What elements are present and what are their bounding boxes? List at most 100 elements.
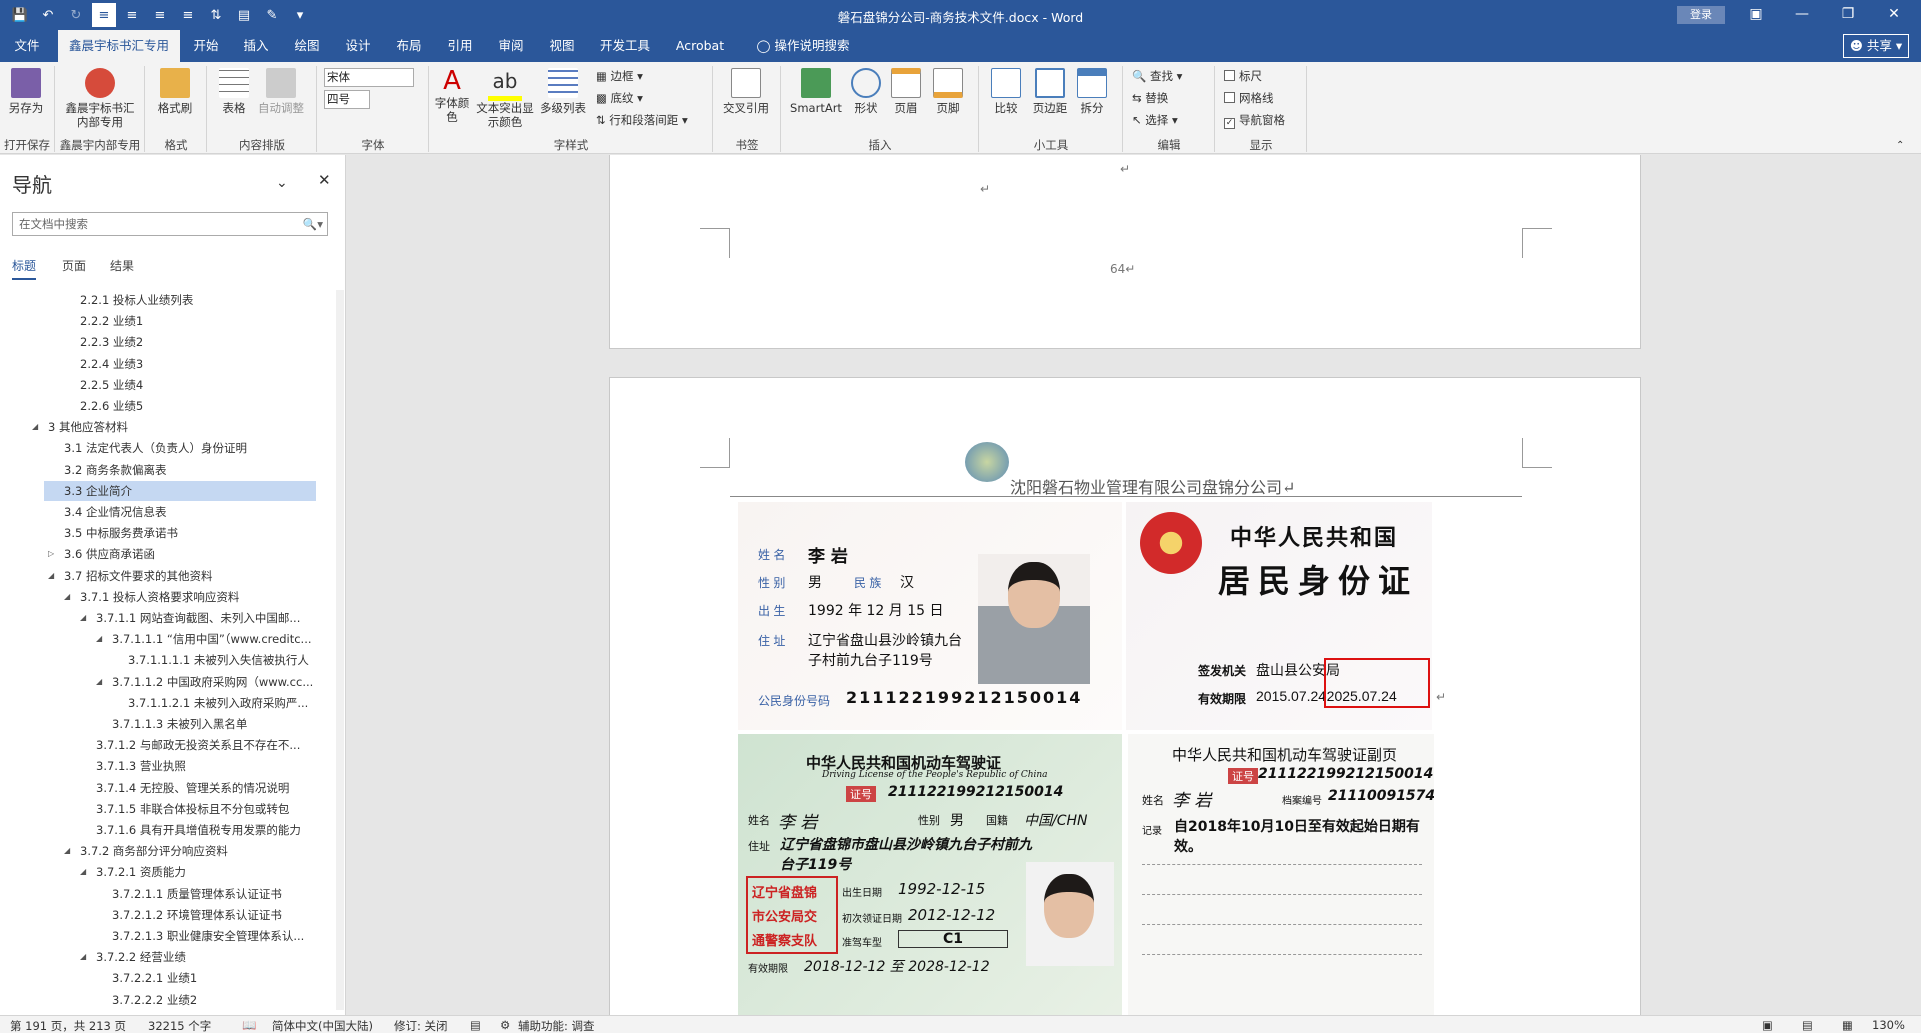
zoom-level[interactable]: 130% [1872, 1018, 1905, 1032]
font-color-button[interactable]: A 字体颜色 [432, 66, 472, 124]
gridlines-checkbox[interactable]: 网格线 [1224, 90, 1274, 106]
nav-heading-item[interactable]: 3.7.1.1.1 “信用中国”（www.creditc... [92, 629, 326, 649]
save-as-button[interactable]: 另存为 [4, 68, 48, 115]
nav-heading-item[interactable]: 3.7.1.5 非联合体投标且不分包或转包 [76, 799, 326, 819]
macro-icon[interactable]: ▤ [470, 1018, 481, 1032]
nav-heading-item[interactable]: 3.7.2.2 经营业绩 [76, 947, 326, 967]
collapse-icon[interactable]: ◢ [64, 846, 70, 855]
ruler-checkbox[interactable]: 标尺 [1224, 68, 1262, 84]
collapse-icon[interactable]: ◢ [80, 613, 86, 622]
nav-heading-item[interactable]: 3.7.2.1.3 职业健康安全管理体系认... [92, 926, 326, 946]
nav-heading-item[interactable]: 3.7.1.1 网站查询截图、未列入中国邮... [76, 608, 326, 628]
multilevel-list-button[interactable]: 多级列表 [538, 68, 588, 115]
print-layout-icon[interactable]: ▤ [1802, 1018, 1813, 1032]
nav-heading-item[interactable]: 3.1 法定代表人（负责人）身份证明 [44, 438, 326, 458]
word-count[interactable]: 32215 个字 [148, 1018, 211, 1033]
nav-heading-item[interactable]: 3.4 企业情况信息表 [44, 502, 326, 522]
shading-button[interactable]: ▩ 底纹 ▾ [596, 90, 643, 106]
nav-heading-item[interactable]: 3 其他应答材料 [28, 417, 326, 437]
tab-acrobat[interactable]: Acrobat [670, 30, 730, 62]
autofit-button[interactable]: 自动调整 [258, 68, 304, 115]
header-button[interactable]: 页眉 [888, 68, 924, 115]
web-layout-icon[interactable]: ▦ [1842, 1018, 1853, 1032]
nav-options-icon[interactable]: ⌄ [276, 175, 288, 191]
nav-tab-pages[interactable]: 页面 [62, 257, 86, 274]
replace-button[interactable]: ⇆ 替换 [1132, 90, 1168, 106]
nav-heading-item[interactable]: 3.7.1.1.3 未被列入黑名单 [92, 714, 326, 734]
minimize-icon[interactable]: — [1779, 0, 1825, 30]
collapse-icon[interactable]: ◢ [64, 592, 70, 601]
nav-heading-item[interactable]: 3.6 供应商承诺函 [44, 544, 326, 564]
nav-close-icon[interactable]: ✕ [318, 171, 331, 189]
nav-heading-item[interactable]: 3.7 招标文件要求的其他资料 [44, 566, 326, 586]
nav-scrollbar[interactable] [336, 290, 344, 1010]
nav-search-input[interactable]: 在文档中搜索 🔍▾ [12, 212, 328, 236]
tab-view[interactable]: 视图 [542, 30, 582, 62]
read-mode-icon[interactable]: ▣ [1762, 1018, 1773, 1032]
margins-button[interactable]: 页边距 [1028, 68, 1072, 115]
expand-icon[interactable]: ▷ [48, 549, 54, 558]
nav-tab-headings[interactable]: 标题 [12, 257, 37, 280]
collapse-icon[interactable]: ◢ [48, 571, 54, 580]
nav-heading-item[interactable]: 3.7.2.1.1 质量管理体系认证证书 [92, 884, 326, 904]
nav-heading-item[interactable]: 3.7.2 商务部分评分响应资料 [60, 841, 326, 861]
tab-insert[interactable]: 插入 [236, 30, 276, 62]
nav-heading-item[interactable]: 3.7.1.4 无控股、管理关系的情况说明 [76, 778, 326, 798]
nav-tab-results[interactable]: 结果 [110, 257, 134, 274]
collapse-icon[interactable]: ◢ [80, 867, 86, 876]
nav-heading-item[interactable]: 2.2.2 业绩1 [60, 311, 326, 331]
proofing-icon[interactable]: 📖 [242, 1018, 256, 1032]
line-spacing-button[interactable]: ⇅ 行和段落间距 ▾ [596, 112, 688, 128]
nav-heading-item[interactable]: 3.7.1.1.1.1 未被列入失信被执行人 [108, 650, 326, 670]
tab-xcy[interactable]: 鑫晨宇标书汇专用 [58, 30, 180, 62]
table-button[interactable]: 表格 [212, 68, 256, 115]
nav-heading-item[interactable]: 3.7.1.1.2 中国政府采购网（www.cc... [92, 672, 326, 692]
nav-heading-item[interactable]: 3.2 商务条款偏离表 [44, 460, 326, 480]
font-size-select[interactable]: 四号 [324, 90, 370, 109]
accessibility-icon[interactable]: ⚙ [500, 1018, 510, 1032]
nav-heading-item[interactable]: 2.2.4 业绩3 [60, 354, 326, 374]
tab-file[interactable]: 文件 [0, 30, 54, 62]
nav-heading-item[interactable]: 3.5 中标服务费承诺书 [44, 523, 326, 543]
smartart-button[interactable]: SmartArt [786, 68, 846, 115]
nav-heading-item[interactable]: 2.2.3 业绩2 [60, 332, 326, 352]
font-name-select[interactable]: 宋体 [324, 68, 414, 87]
navpane-checkbox[interactable]: ✓ 导航窗格 [1224, 112, 1285, 129]
tab-draw[interactable]: 绘图 [287, 30, 327, 62]
search-icon[interactable]: 🔍▾ [303, 213, 323, 235]
collapse-icon[interactable]: ◢ [96, 634, 102, 643]
login-button[interactable]: 登录 [1677, 6, 1725, 24]
nav-heading-item[interactable]: 3.3 企业简介 [44, 480, 316, 501]
nav-heading-item[interactable]: 3.7.1.3 营业执照 [76, 756, 326, 776]
nav-heading-item[interactable]: 3.7.1.6 具有开具增值税专用发票的能力 [76, 820, 326, 840]
accessibility[interactable]: 辅助功能: 调查 [518, 1018, 595, 1033]
nav-heading-item[interactable]: 3.7.2.2.1 业绩1 [92, 968, 326, 988]
nav-heading-item[interactable]: 3.7.2.2.2 业绩2 [92, 990, 326, 1010]
nav-heading-item[interactable]: 3.7.1 投标人资格要求响应资料 [60, 587, 326, 607]
collapse-icon[interactable]: ◢ [32, 422, 38, 431]
tab-layout[interactable]: 布局 [389, 30, 429, 62]
nav-heading-item[interactable]: 2.2.5 业绩4 [60, 375, 326, 395]
collapse-ribbon-icon[interactable]: ⌃ [1896, 140, 1904, 151]
xcy-button[interactable]: 鑫晨宇标书汇内部专用 [62, 68, 138, 129]
restore-icon[interactable]: ❐ [1825, 0, 1871, 30]
collapse-icon[interactable]: ◢ [80, 952, 86, 961]
nav-heading-item[interactable]: 3.7.1.1.2.1 未被列入政府采购严... [108, 693, 326, 713]
tab-review[interactable]: 审阅 [491, 30, 531, 62]
select-button[interactable]: ↖ 选择 ▾ [1132, 112, 1178, 128]
highlight-button[interactable]: ab 文本突出显示颜色 [474, 66, 536, 129]
footer-button[interactable]: 页脚 [930, 68, 966, 115]
find-button[interactable]: 🔍 查找 ▾ [1132, 68, 1182, 84]
cross-reference-button[interactable]: 交叉引用 [720, 68, 772, 115]
nav-heading-item[interactable]: 3.7.2.1 资质能力 [76, 862, 326, 882]
tab-developer[interactable]: 开发工具 [595, 30, 655, 62]
split-button[interactable]: 拆分 [1074, 68, 1110, 115]
share-button[interactable]: ☻ 共享 ▾ [1843, 34, 1909, 58]
ribbon-display-icon[interactable]: ▣ [1733, 0, 1779, 30]
tab-home[interactable]: 开始 [186, 30, 226, 62]
close-icon[interactable]: ✕ [1871, 0, 1917, 30]
tab-references[interactable]: 引用 [440, 30, 480, 62]
track-changes[interactable]: 修订: 关闭 [394, 1018, 448, 1033]
nav-heading-item[interactable]: 2.2.1 投标人业绩列表 [60, 290, 326, 310]
nav-heading-item[interactable]: 3.7.1.2 与邮政无投资关系且不存在不... [76, 735, 326, 755]
